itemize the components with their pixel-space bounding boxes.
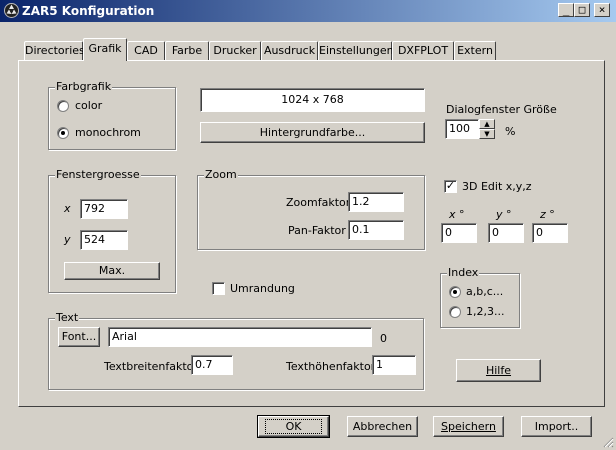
tab-directories[interactable]: Directories — [24, 41, 85, 60]
config-window: ZAR5 Konfiguration _ □ × Directories Gra… — [0, 0, 616, 450]
tab-drucker[interactable]: Drucker — [209, 41, 261, 60]
radio-color-label: color — [75, 99, 103, 112]
hilfe-button[interactable]: Hilfe — [456, 359, 541, 382]
textbreitenfaktor-input[interactable]: 0.7 — [191, 355, 233, 375]
tab-grafik[interactable]: Grafik — [83, 38, 127, 61]
font-number: 0 — [380, 332, 387, 345]
hilfe-button-label: Hilfe — [485, 364, 512, 377]
umrandung-checkbox[interactable] — [212, 282, 225, 295]
pan-faktor-label: Pan-Faktor — [288, 224, 346, 237]
umrandung-label: Umrandung — [230, 282, 295, 295]
ok-button[interactable]: OK — [257, 415, 330, 438]
texthoehenfaktor-label: Texthöhenfaktor — [286, 360, 376, 373]
edit3d-z-input[interactable]: 0 — [532, 223, 568, 243]
dialog-size-spinner[interactable]: ▲ ▼ — [479, 119, 495, 139]
minimize-button[interactable]: _ — [558, 3, 574, 17]
resolution-field[interactable]: 1024 x 768 — [200, 88, 425, 112]
radio-monochrom-label: monochrom — [75, 126, 141, 139]
abbrechen-button[interactable]: Abbrechen — [347, 416, 418, 437]
tab-farbe[interactable]: Farbe — [165, 41, 209, 60]
spin-down-icon[interactable]: ▼ — [479, 129, 495, 139]
close-button[interactable]: × — [594, 3, 610, 17]
edit3d-y-label: y ° — [496, 208, 512, 221]
farbgrafik-label: Farbgrafik — [55, 80, 113, 93]
ok-button-label: OK — [264, 419, 323, 434]
spin-up-icon[interactable]: ▲ — [479, 119, 495, 129]
radio-color[interactable] — [57, 100, 69, 112]
window-title: ZAR5 Konfiguration — [22, 4, 155, 18]
app-icon — [4, 3, 19, 18]
radio-index-abc[interactable] — [449, 286, 461, 298]
texthoehenfaktor-input[interactable]: 1 — [372, 355, 416, 375]
radio-index-123-label: 1,2,3... — [466, 305, 505, 318]
farbgrafik-group: Farbgrafik — [48, 81, 176, 150]
fenster-y-label: y — [64, 233, 71, 246]
hintergrundfarbe-button[interactable]: Hintergrundfarbe... — [200, 122, 425, 143]
import-button[interactable]: Import.. — [521, 416, 592, 437]
dialog-size-unit: % — [505, 125, 516, 138]
edit3d-x-input[interactable]: 0 — [441, 223, 477, 243]
edit3d-x-label: x ° — [449, 208, 465, 221]
pan-faktor-input[interactable]: 0.1 — [348, 220, 404, 240]
radio-index-abc-label: a,b,c... — [466, 285, 504, 298]
edit3d-z-label: z ° — [540, 208, 555, 221]
tab-einstellungen[interactable]: Einstellungen — [318, 41, 394, 60]
radio-index-123[interactable] — [449, 306, 461, 318]
edit3d-y-input[interactable]: 0 — [488, 223, 524, 243]
speichern-button-label: Speichern — [441, 420, 496, 433]
fenster-y-input[interactable]: 524 — [80, 230, 128, 250]
title-bar[interactable]: ZAR5 Konfiguration _ □ × — [0, 0, 616, 22]
fenstergroesse-label: Fenstergroesse — [55, 168, 141, 181]
fenster-x-input[interactable]: 792 — [80, 199, 128, 219]
dialogfenster-label: Dialogfenster Größe — [446, 103, 557, 116]
resize-grip-icon[interactable] — [602, 436, 614, 448]
textbreitenfaktor-label: Textbreitenfaktor — [104, 360, 198, 373]
max-button[interactable]: Max. — [64, 262, 160, 280]
zoom-label: Zoom — [204, 168, 238, 181]
edit3d-label: 3D Edit x,y,z — [462, 180, 532, 193]
edit3d-checkbox[interactable]: ✓ — [444, 180, 457, 193]
text-label: Text — [55, 311, 80, 324]
maximize-button[interactable]: □ — [574, 3, 590, 17]
tab-ausdruck[interactable]: Ausdruck — [261, 41, 318, 60]
tab-cad[interactable]: CAD — [127, 41, 165, 60]
speichern-button[interactable]: Speichern — [433, 416, 504, 437]
font-name-field[interactable]: Arial — [108, 327, 372, 347]
fenster-x-label: x — [64, 202, 71, 215]
index-group: Index — [440, 267, 520, 328]
font-button[interactable]: Font... — [58, 327, 100, 347]
tab-extern[interactable]: Extern — [454, 41, 496, 60]
dialog-size-input[interactable]: 100 — [445, 119, 479, 139]
index-label: Index — [447, 266, 480, 279]
zoomfaktor-input[interactable]: 1.2 — [348, 192, 404, 212]
zoomfaktor-label: Zoomfaktor — [286, 196, 351, 209]
tab-dxfplot[interactable]: DXFPLOT — [392, 41, 454, 60]
radio-monochrom[interactable] — [57, 127, 69, 139]
